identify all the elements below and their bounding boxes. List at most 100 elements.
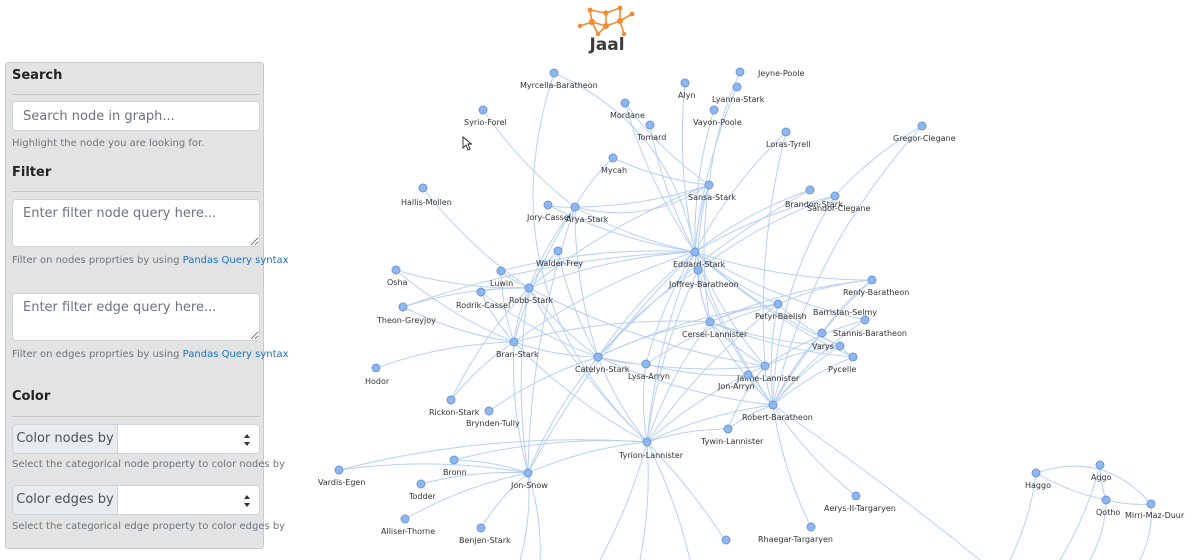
graph-node[interactable] bbox=[732, 82, 742, 92]
graph-node[interactable] bbox=[851, 491, 861, 501]
graph-node[interactable] bbox=[806, 522, 816, 532]
graph-edge bbox=[709, 321, 766, 367]
graph-node[interactable] bbox=[620, 98, 630, 108]
graph-node[interactable] bbox=[446, 395, 456, 405]
graph-node-label: Rhaegar-Targaryen bbox=[758, 535, 833, 544]
select-arrows-icon bbox=[244, 495, 250, 507]
graph-node[interactable] bbox=[400, 514, 410, 524]
graph-edge bbox=[772, 404, 812, 528]
graph-node-label: Loras-Tyrell bbox=[766, 140, 811, 149]
graph-node[interactable] bbox=[773, 299, 783, 309]
graph-canvas[interactable]: Myrcella-Baratheon Jeyne-Poole Alyn Lyanna-… bbox=[270, 60, 1200, 560]
graph-node[interactable] bbox=[867, 275, 877, 285]
graph-node-label: Cersei-Lannister bbox=[682, 330, 748, 339]
graph-node[interactable] bbox=[917, 121, 927, 131]
color-edges-group: Color edges by bbox=[12, 485, 260, 515]
graph-node[interactable] bbox=[781, 127, 791, 137]
graph-node-label: Tomard bbox=[636, 133, 666, 142]
graph-node[interactable] bbox=[416, 479, 426, 489]
graph-node[interactable] bbox=[830, 191, 840, 201]
filter-node-input[interactable] bbox=[12, 199, 260, 247]
graph-node[interactable] bbox=[760, 361, 770, 371]
graph-node[interactable] bbox=[860, 315, 870, 325]
color-nodes-select[interactable] bbox=[117, 424, 260, 454]
graph-node[interactable] bbox=[645, 120, 655, 130]
graph-node[interactable] bbox=[523, 468, 533, 478]
node-layer: Myrcella-Baratheon Jeyne-Poole Alyn Lyanna-… bbox=[318, 67, 1185, 545]
graph-node-label: Tyrion-Lannister bbox=[618, 451, 684, 460]
graph-node-label: Aggo bbox=[1091, 473, 1112, 482]
graph-node[interactable] bbox=[805, 185, 815, 195]
graph-node[interactable] bbox=[553, 246, 563, 256]
graph-node[interactable] bbox=[680, 78, 690, 88]
graph-edge bbox=[500, 250, 696, 272]
graph-node-label: Brynden-Tully bbox=[466, 419, 520, 428]
color-edges-select[interactable] bbox=[117, 485, 260, 515]
graph-node[interactable] bbox=[743, 370, 753, 380]
graph-node[interactable] bbox=[524, 283, 534, 293]
graph-node[interactable] bbox=[1095, 460, 1105, 470]
graph-node-label: Rickon-Stark bbox=[429, 408, 480, 417]
graph-node[interactable] bbox=[835, 341, 845, 351]
mouse-cursor-icon bbox=[462, 136, 472, 151]
graph-edge bbox=[528, 184, 710, 289]
graph-node[interactable] bbox=[398, 302, 408, 312]
graph-node[interactable] bbox=[334, 465, 344, 475]
color-nodes-group: Color nodes by bbox=[12, 424, 260, 454]
divider bbox=[12, 416, 260, 417]
graph-node-label: Hodor bbox=[365, 377, 390, 386]
graph-node-label: Vardis-Egen bbox=[318, 478, 365, 487]
graph-node[interactable] bbox=[478, 105, 488, 115]
graph-node[interactable] bbox=[848, 352, 858, 362]
graph-node[interactable] bbox=[449, 455, 459, 465]
graph-node[interactable] bbox=[721, 535, 731, 545]
graph-node[interactable] bbox=[476, 523, 486, 533]
graph-node[interactable] bbox=[690, 247, 700, 257]
graph-node[interactable] bbox=[476, 287, 486, 297]
divider bbox=[12, 191, 260, 192]
graph-node-label: Rodrik-Cassel bbox=[456, 301, 510, 310]
graph-node[interactable] bbox=[1031, 468, 1041, 478]
graph-node[interactable] bbox=[641, 359, 651, 369]
color-edges-label: Color edges by bbox=[12, 485, 118, 515]
search-input[interactable] bbox=[12, 101, 260, 131]
graph-node[interactable] bbox=[735, 67, 745, 77]
graph-node-label: Theon-Greyjoy bbox=[376, 316, 436, 325]
color-edges-help: Select the categorical edge property to … bbox=[12, 521, 286, 532]
graph-node[interactable] bbox=[608, 153, 618, 163]
graph-node[interactable] bbox=[709, 105, 719, 115]
graph-node[interactable] bbox=[496, 266, 506, 276]
search-help: Highlight the node you are looking for. bbox=[12, 138, 205, 149]
graph-node[interactable] bbox=[418, 183, 428, 193]
graph-node[interactable] bbox=[768, 400, 778, 410]
graph-edge bbox=[1105, 499, 1152, 505]
graph-node-label: Joffrey-Baratheon bbox=[668, 280, 739, 289]
graph-node[interactable] bbox=[704, 180, 714, 190]
sidebar-panel: Search Highlight the node you are lookin… bbox=[5, 62, 289, 549]
graph-node[interactable] bbox=[642, 437, 652, 447]
filter-edge-help: Filter on edges proprties by using Panda… bbox=[12, 349, 289, 360]
graph-node[interactable] bbox=[570, 202, 580, 212]
graph-node-label: Barristan-Selmy bbox=[813, 308, 877, 317]
graph-node[interactable] bbox=[1146, 499, 1156, 509]
graph-node-label: Arya-Stark bbox=[566, 215, 609, 224]
graph-node[interactable] bbox=[693, 265, 703, 275]
graph-node-label: Bran-Stark bbox=[496, 350, 539, 359]
graph-node[interactable] bbox=[484, 406, 494, 416]
graph-node[interactable] bbox=[1101, 495, 1111, 505]
graph-node-label: Qotho bbox=[1096, 508, 1120, 517]
graph-node[interactable] bbox=[593, 352, 603, 362]
graph-node[interactable] bbox=[549, 68, 559, 78]
filter-edge-input[interactable] bbox=[12, 293, 260, 341]
graph-node[interactable] bbox=[543, 200, 553, 210]
graph-node[interactable] bbox=[509, 337, 519, 347]
graph-node[interactable] bbox=[371, 363, 381, 373]
graph-node[interactable] bbox=[705, 317, 715, 327]
graph-edge bbox=[772, 125, 923, 406]
graph-node[interactable] bbox=[723, 424, 733, 434]
graph-node[interactable] bbox=[817, 328, 827, 338]
color-nodes-label: Color nodes by bbox=[12, 424, 118, 454]
graph-node-label: Alyn bbox=[678, 91, 696, 100]
graph-node[interactable] bbox=[391, 265, 401, 275]
graph-node-label: Varys bbox=[812, 342, 834, 351]
